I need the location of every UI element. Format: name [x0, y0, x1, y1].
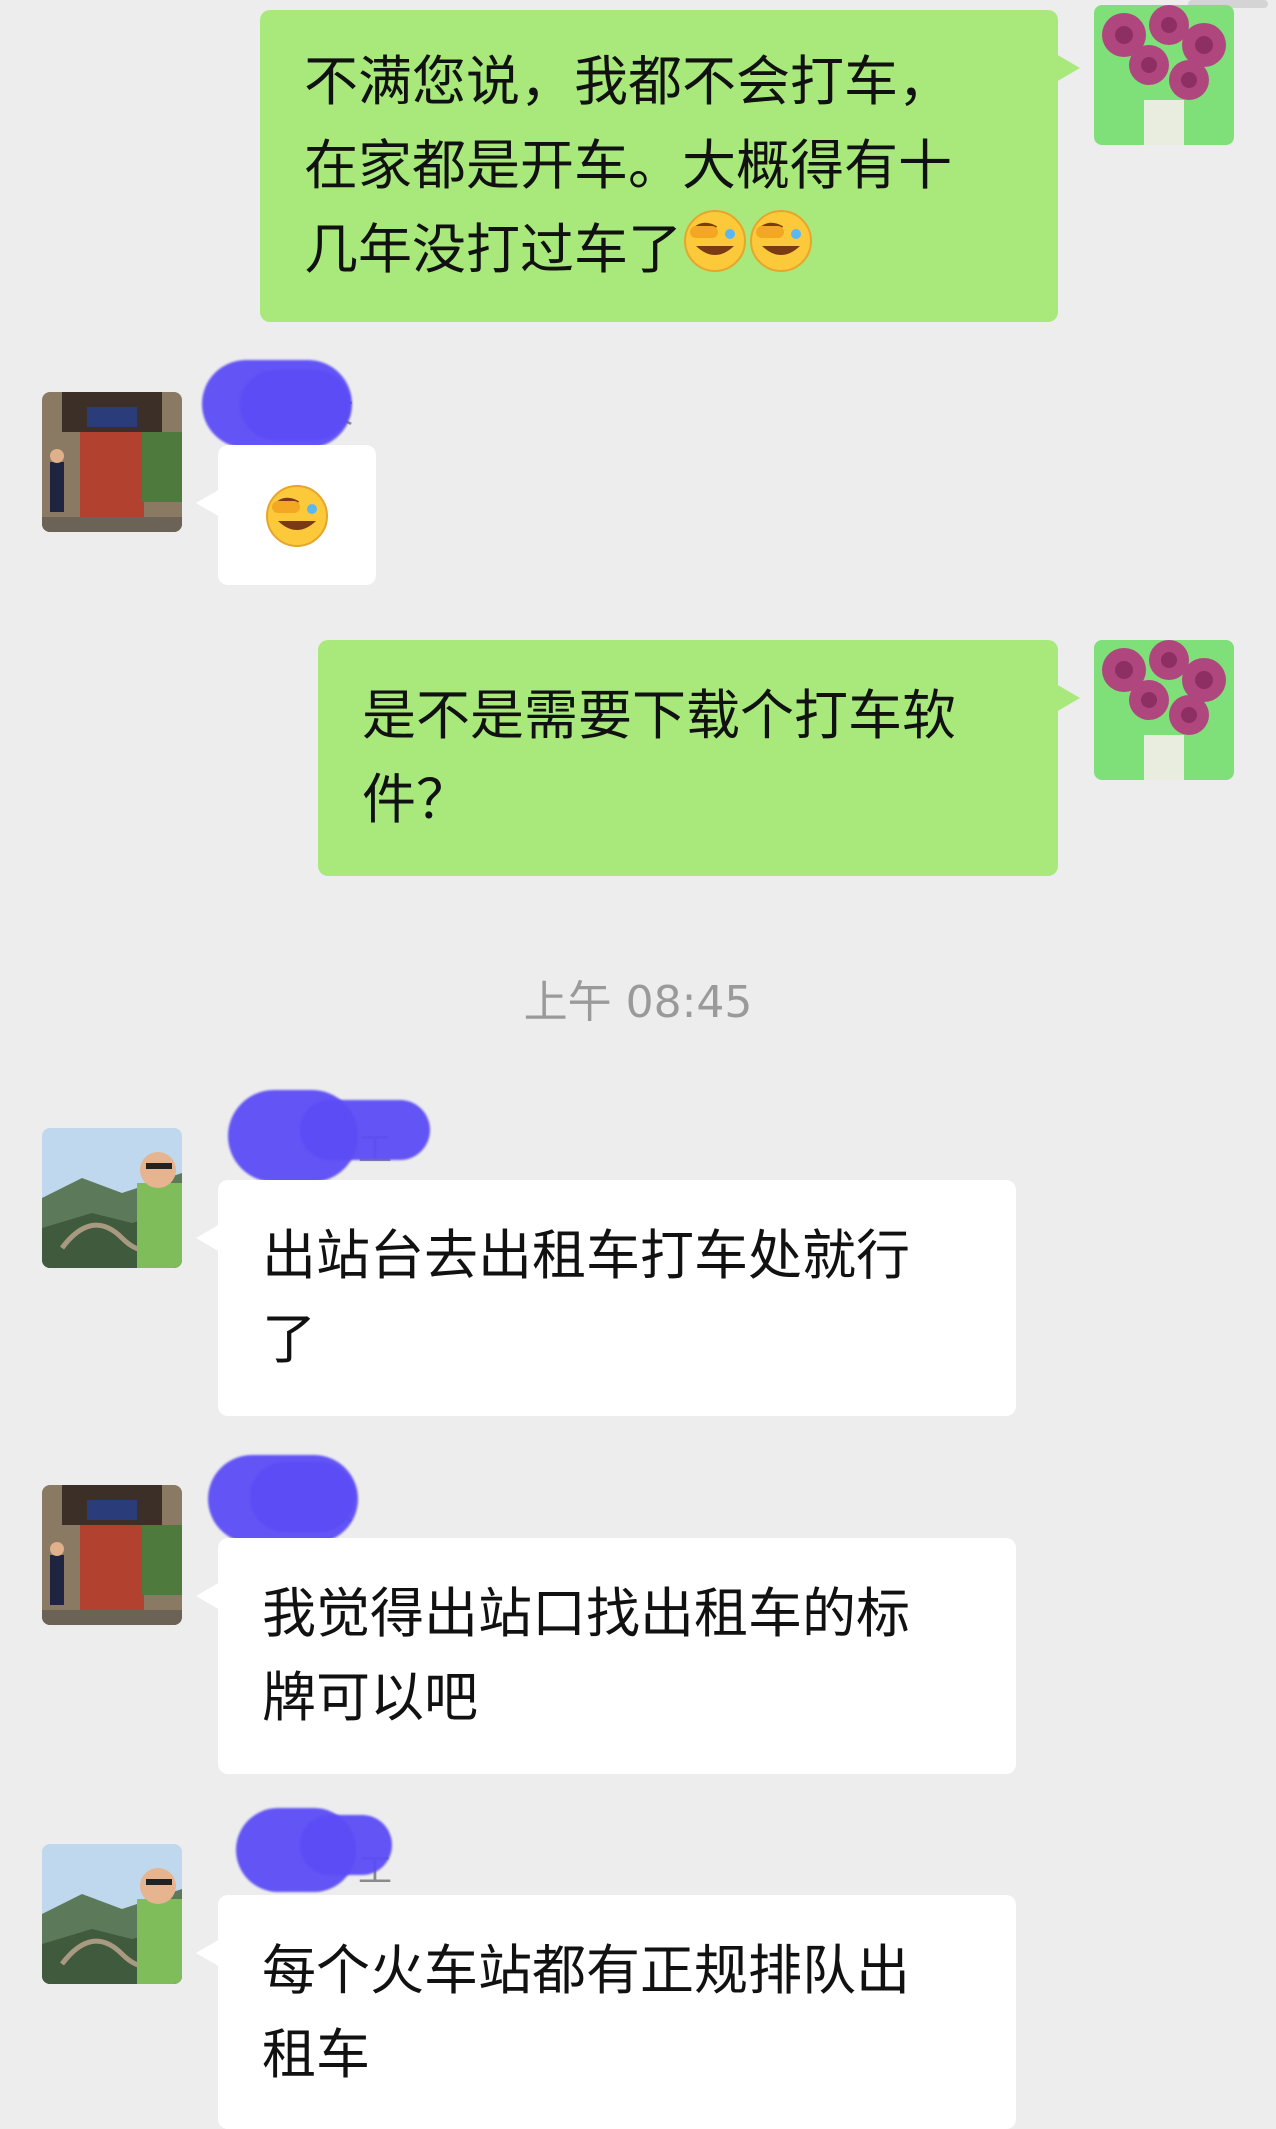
temple-gate-avatar[interactable] — [42, 1485, 182, 1625]
their-message-bubble[interactable] — [196, 445, 376, 585]
roses-avatar[interactable] — [1094, 5, 1234, 145]
their-message-bubble[interactable]: 每个火车站都有正规排队出 租车 — [196, 1895, 1016, 2129]
my-message-bubble[interactable]: 是不是需要下载个打车软 件？ — [318, 640, 1080, 876]
message-line: 是不是需要下载个打车软 — [362, 684, 956, 747]
great-wall-avatar[interactable] — [42, 1844, 182, 1984]
redaction-mark — [300, 1815, 392, 1875]
message-line: 牌可以吧 — [262, 1666, 478, 1729]
great-wall-avatar[interactable] — [42, 1128, 182, 1268]
redaction-mark — [240, 370, 350, 440]
my-message-bubble[interactable]: 不满您说，我都不会打车， 在家都是开车。大概得有十 几年没打过车了 — [260, 10, 1080, 322]
facepalm-laugh-emoji — [748, 208, 814, 298]
facepalm-laugh-emoji — [264, 483, 330, 573]
temple-gate-avatar[interactable] — [42, 392, 182, 532]
message-line: 不满您说，我都不会打车， — [304, 50, 952, 113]
their-message-bubble[interactable]: 我觉得出站口找出租车的标 牌可以吧 — [196, 1538, 1016, 1774]
message-line: 租车 — [262, 2023, 370, 2086]
message-line: 出站台去出租车打车处就行 — [262, 1224, 910, 1287]
their-message-bubble[interactable]: 出站台去出租车打车处就行 了 — [196, 1180, 1016, 1416]
message-line: 了 — [262, 1308, 316, 1371]
facepalm-laugh-emoji — [682, 208, 748, 298]
redaction-mark — [250, 1462, 355, 1532]
message-line: 几年没打过车了 — [304, 208, 1058, 298]
message-line: 件？ — [362, 768, 470, 831]
message-line: 每个火车站都有正规排队出 — [262, 1939, 910, 2002]
redaction-mark — [300, 1100, 430, 1160]
message-line: 在家都是开车。大概得有十 — [304, 134, 952, 197]
roses-avatar[interactable] — [1094, 640, 1234, 780]
chat-timestamp: 上午 08:45 — [523, 977, 753, 1028]
message-line: 我觉得出站口找出租车的标 — [262, 1582, 910, 1645]
